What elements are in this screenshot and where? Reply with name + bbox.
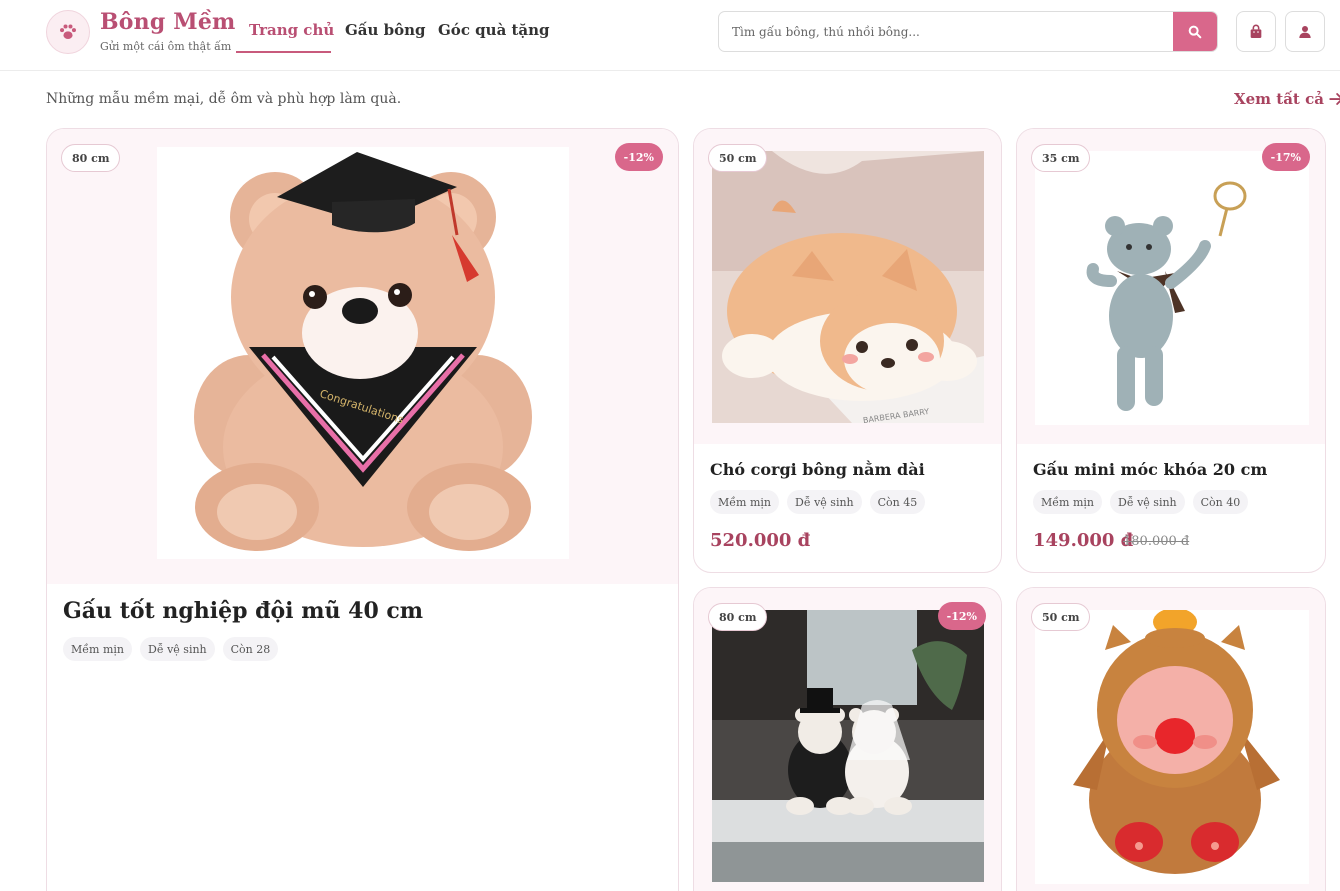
tag-soft: Mềm mịn <box>1033 490 1102 514</box>
search-icon <box>1188 25 1202 38</box>
product-card-wedding-bears[interactable]: 80 cm -12% <box>693 587 1002 891</box>
section-subtitle: Những mẫu mềm mại, dễ ôm và phù hợp làm … <box>46 91 402 107</box>
product-name[interactable]: Gấu tốt nghiệp đội mũ 40 cm <box>63 598 423 624</box>
keychain-bear-image <box>1035 151 1309 425</box>
search-input[interactable] <box>719 12 1174 51</box>
product-price: 520.000 đ <box>710 530 811 551</box>
graduation-bear-image: Congratulations <box>157 147 569 559</box>
paw-icon[interactable] <box>46 10 90 54</box>
product-tags: Mềm mịn Dễ vệ sinh Còn 28 <box>63 637 279 661</box>
product-price: 149.000 đ <box>1033 530 1134 551</box>
product-card-mini-bear[interactable]: 35 cm -17% Gấu mini móc khóa 20 cm Mềm m… <box>1016 128 1326 573</box>
tag-soft: Mềm mịn <box>710 490 779 514</box>
size-badge: 50 cm <box>1031 603 1091 631</box>
discount-badge: -12% <box>614 143 663 171</box>
tag-stock: Còn 28 <box>222 637 279 661</box>
size-badge: 80 cm <box>708 603 768 631</box>
tag-washable: Dễ vệ sinh <box>787 490 862 514</box>
tag-stock: Còn 40 <box>1192 490 1249 514</box>
arrow-right-icon <box>1329 92 1340 106</box>
shopping-bag-icon <box>1250 24 1262 38</box>
nav-bears[interactable]: Gấu bông <box>345 21 426 39</box>
product-image[interactable] <box>1017 129 1325 444</box>
brand-tagline: Gửi một cái ôm thật ấm <box>100 40 232 53</box>
account-button[interactable] <box>1285 11 1325 52</box>
product-image[interactable] <box>1017 588 1325 891</box>
search-button[interactable] <box>1173 12 1217 51</box>
product-image[interactable]: Congratulations <box>47 129 678 584</box>
product-tags: Mềm mịn Dễ vệ sinh Còn 45 <box>710 490 926 514</box>
product-old-price: 180.000 đ <box>1123 534 1190 549</box>
discount-badge: -17% <box>1261 143 1310 171</box>
see-all-link[interactable]: Xem tất cả <box>1234 90 1340 108</box>
discount-badge: -12% <box>937 602 986 630</box>
user-icon <box>1299 25 1311 38</box>
product-card-corgi[interactable]: BARBERA BARRY 50 cm Chó corgi bông nằm d… <box>693 128 1002 573</box>
hoodie-plush-image <box>1035 610 1309 884</box>
size-badge: 35 cm <box>1031 144 1091 172</box>
size-badge: 50 cm <box>708 144 768 172</box>
nav-home[interactable]: Trang chủ <box>249 21 334 39</box>
tag-washable: Dễ vệ sinh <box>140 637 215 661</box>
wedding-bears-image <box>712 610 984 882</box>
see-all-label: Xem tất cả <box>1234 90 1324 108</box>
tag-stock: Còn 45 <box>869 490 926 514</box>
tag-soft: Mềm mịn <box>63 637 132 661</box>
search-bar <box>718 11 1218 52</box>
product-card-hoodie-plush[interactable]: 50 cm <box>1016 587 1326 891</box>
product-name[interactable]: Chó corgi bông nằm dài <box>710 460 925 479</box>
product-image[interactable] <box>694 588 1001 891</box>
product-card-featured[interactable]: Congratulations 80 cm -12% Gấu tốt nghiệ… <box>46 128 679 891</box>
product-image[interactable]: BARBERA BARRY <box>694 129 1001 444</box>
nav-active-indicator <box>236 51 331 53</box>
size-badge: 80 cm <box>61 144 121 172</box>
site-header: Bông Mềm Gửi một cái ôm thật ấm Trang ch… <box>0 0 1340 71</box>
corgi-plush-image: BARBERA BARRY <box>712 151 984 423</box>
nav-gifts[interactable]: Góc quà tặng <box>438 21 550 39</box>
brand-name[interactable]: Bông Mềm <box>100 9 236 35</box>
cart-button[interactable] <box>1236 11 1276 52</box>
tag-washable: Dễ vệ sinh <box>1110 490 1185 514</box>
product-tags: Mềm mịn Dễ vệ sinh Còn 40 <box>1033 490 1249 514</box>
product-name[interactable]: Gấu mini móc khóa 20 cm <box>1033 460 1267 479</box>
